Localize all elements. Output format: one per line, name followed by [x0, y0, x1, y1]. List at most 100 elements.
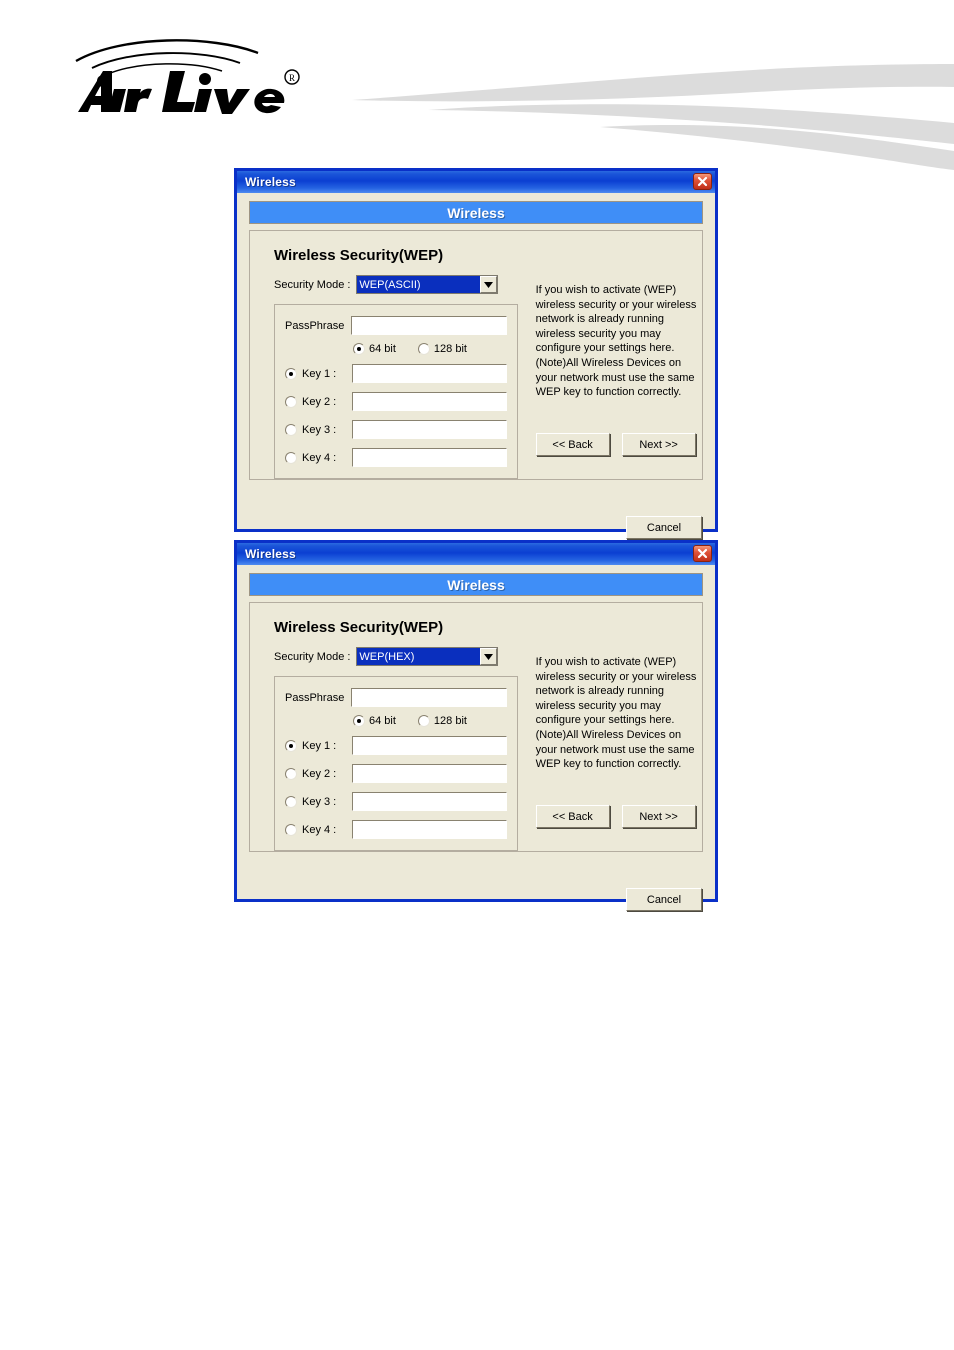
radio-64bit[interactable]: 64 bit: [353, 715, 396, 727]
radio-128bit-indicator: [417, 715, 430, 727]
passphrase-row: PassPhrase: [285, 688, 507, 707]
dialog-body: Wireless Wireless Security(WEP) Security…: [240, 193, 712, 539]
page-title: Wireless Security(WEP): [274, 247, 444, 264]
wizard-nav-buttons: << Back Next >>: [535, 805, 696, 828]
key4-label: Key 4 :: [302, 451, 337, 464]
key1-label: Key 1 :: [302, 739, 337, 752]
page-title: Wireless Security(WEP): [274, 619, 444, 636]
svg-text:R: R: [289, 73, 295, 83]
next-button[interactable]: Next >>: [621, 805, 696, 828]
key1-input[interactable]: [352, 364, 507, 383]
key2-input[interactable]: [352, 764, 507, 783]
passphrase-label: PassPhrase: [285, 319, 345, 332]
key-row: Key 4 :: [285, 820, 507, 839]
key-length-radio-group: 64 bit 128 bit: [285, 715, 507, 727]
security-mode-value: WEP(HEX): [357, 648, 481, 665]
security-mode-value: WEP(ASCII): [357, 276, 481, 293]
radio-64bit[interactable]: 64 bit: [353, 343, 396, 355]
radio-key1[interactable]: [285, 739, 297, 752]
key4-label: Key 4 :: [302, 823, 337, 836]
security-mode-label: Security Mode :: [274, 278, 351, 291]
key-length-radio-group: 64 bit 128 bit: [285, 343, 507, 355]
next-button[interactable]: Next >>: [621, 433, 696, 456]
radio-128bit-label: 128 bit: [433, 343, 467, 355]
help-column: If you wish to activate (WEP) wireless s…: [535, 275, 702, 479]
radio-64bit-label: 64 bit: [369, 343, 396, 355]
radio-key2[interactable]: [285, 767, 297, 780]
help-text: If you wish to activate (WEP) wireless s…: [535, 656, 697, 771]
passphrase-input[interactable]: [351, 316, 507, 335]
key1-label: Key 1 :: [302, 367, 337, 380]
section-banner: Wireless: [249, 573, 703, 596]
settings-column: Security Mode : WEP(HEX) PassPhrase 64 b…: [274, 647, 524, 851]
section-banner: Wireless: [249, 201, 703, 224]
radio-128bit-label: 128 bit: [433, 715, 467, 727]
key-row: Key 3 :: [285, 792, 507, 811]
key-row: Key 4 :: [285, 448, 507, 467]
passphrase-label: PassPhrase: [285, 691, 345, 704]
wireless-dialog-hex: Wireless Wireless Wireless Security(WEP)…: [234, 540, 718, 911]
content-panel: Wireless Security(WEP) Security Mode : W…: [249, 602, 703, 852]
passphrase-row: PassPhrase: [285, 316, 507, 335]
page-header: R: [0, 0, 954, 170]
radio-64bit-indicator: [353, 343, 365, 355]
radio-key4[interactable]: [285, 823, 297, 836]
radio-key4[interactable]: [285, 451, 297, 464]
settings-column: Security Mode : WEP(ASCII) PassPhrase 64…: [274, 275, 524, 479]
radio-128bit-indicator: [417, 343, 430, 355]
key1-input[interactable]: [352, 736, 507, 755]
help-text: If you wish to activate (WEP) wireless s…: [535, 284, 697, 399]
chevron-down-icon[interactable]: [480, 276, 498, 293]
wireless-dialog-ascii: Wireless Wireless Wireless Security(WEP)…: [234, 168, 718, 539]
key4-input[interactable]: [352, 820, 507, 839]
security-mode-label: Security Mode :: [274, 650, 351, 663]
passphrase-input[interactable]: [351, 688, 507, 707]
dialog-title: Wireless: [245, 175, 296, 189]
cancel-button[interactable]: Cancel: [626, 888, 702, 911]
cancel-button-wrap: Cancel: [626, 516, 702, 539]
radio-128bit[interactable]: 128 bit: [417, 715, 467, 727]
key4-input[interactable]: [352, 448, 507, 467]
key3-input[interactable]: [352, 420, 507, 439]
back-button[interactable]: << Back: [535, 805, 610, 828]
wep-key-group: PassPhrase 64 bit 128 bit Key 1: Key 2 …: [274, 676, 518, 851]
security-mode-select[interactable]: WEP(ASCII): [356, 275, 499, 294]
key3-label: Key 3 :: [302, 795, 337, 808]
radio-key2[interactable]: [285, 395, 297, 408]
security-mode-row: Security Mode : WEP(HEX): [274, 647, 524, 666]
radio-key3[interactable]: [285, 423, 297, 436]
radio-key3[interactable]: [285, 795, 297, 808]
dialog-body: Wireless Wireless Security(WEP) Security…: [240, 565, 712, 911]
cancel-button[interactable]: Cancel: [626, 516, 702, 539]
radio-key1[interactable]: [285, 367, 297, 380]
key3-input[interactable]: [352, 792, 507, 811]
content-panel: Wireless Security(WEP) Security Mode : W…: [249, 230, 703, 480]
security-mode-select[interactable]: WEP(HEX): [356, 647, 499, 666]
key-row: Key 1 :: [285, 364, 507, 383]
radio-64bit-label: 64 bit: [369, 715, 396, 727]
section-banner-label: Wireless: [447, 576, 505, 593]
section-banner-label: Wireless: [447, 204, 505, 221]
key2-label: Key 2 :: [302, 395, 337, 408]
key-row: Key 1 :: [285, 736, 507, 755]
close-icon[interactable]: [693, 173, 712, 190]
radio-64bit-indicator: [353, 715, 365, 727]
wizard-nav-buttons: << Back Next >>: [535, 433, 696, 456]
close-icon[interactable]: [693, 545, 712, 562]
key2-label: Key 2 :: [302, 767, 337, 780]
key3-label: Key 3 :: [302, 423, 337, 436]
chevron-down-icon[interactable]: [480, 648, 498, 665]
brand-logo: R: [62, 33, 302, 115]
dialog-titlebar: Wireless: [237, 171, 715, 193]
key2-input[interactable]: [352, 392, 507, 411]
dialog-titlebar: Wireless: [237, 543, 715, 565]
radio-128bit[interactable]: 128 bit: [417, 343, 467, 355]
cancel-button-wrap: Cancel: [626, 888, 702, 911]
back-button[interactable]: << Back: [535, 433, 610, 456]
key-row: Key 2 :: [285, 764, 507, 783]
dialog-title: Wireless: [245, 547, 296, 561]
header-swoosh-decoration: [300, 55, 954, 170]
security-mode-row: Security Mode : WEP(ASCII): [274, 275, 524, 294]
help-column: If you wish to activate (WEP) wireless s…: [535, 647, 702, 851]
key-row: Key 3 :: [285, 420, 507, 439]
